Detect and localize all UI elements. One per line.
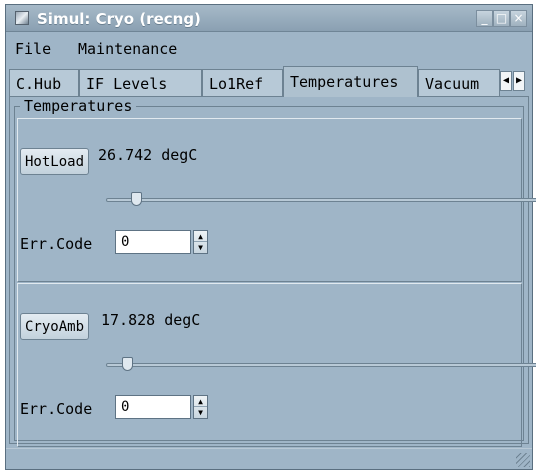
cryoamb-value: 17.828 degC [101, 311, 201, 329]
menu-bar: File Maintenance [6, 33, 532, 62]
hotload-button[interactable]: HotLoad [20, 148, 90, 175]
status-bar [6, 448, 532, 469]
title-bar[interactable]: Simul: Cryo (recng) _ □ × [6, 5, 532, 32]
hotload-err-spinner[interactable]: ▲ ▼ [193, 230, 208, 254]
tab-vacuum[interactable]: Vacuum [418, 69, 500, 96]
cryoamb-slider-handle[interactable] [122, 357, 134, 371]
group-title: Temperatures [20, 97, 137, 115]
window-title: Simul: Cryo (recng) [37, 10, 201, 28]
temperatures-panel: Temperatures HotLoad 26.742 degC Err.Cod… [9, 96, 536, 447]
cryoamb-err-code-value: 0 [121, 399, 130, 415]
cryoamb-err-label: Err.Code [20, 400, 93, 418]
hotload-err-code-value: 0 [121, 234, 130, 250]
tab-scroll-right-icon[interactable]: ▶ [513, 71, 525, 91]
maximize-button[interactable]: □ [493, 10, 510, 27]
spin-up-icon[interactable]: ▲ [194, 231, 207, 242]
menu-maintenance[interactable]: Maintenance [78, 40, 177, 58]
hotload-slider[interactable] [106, 198, 536, 202]
resize-grip-icon[interactable] [516, 453, 530, 467]
tab-chub[interactable]: C.Hub [9, 69, 79, 96]
cryoamb-slider[interactable] [106, 363, 536, 367]
close-button[interactable]: × [510, 10, 527, 27]
cryoamb-err-spinner[interactable]: ▲ ▼ [193, 395, 208, 419]
tab-if-levels[interactable]: IF Levels [79, 69, 202, 96]
app-window: Simul: Cryo (recng) _ □ × File Maintenan… [5, 4, 536, 470]
menu-file[interactable]: File [15, 40, 51, 58]
tab-bar: C.Hub IF Levels Lo1Ref Temperatures Vacu… [6, 66, 532, 97]
hotload-err-code-input[interactable]: 0 [115, 230, 191, 254]
spin-down-icon[interactable]: ▼ [194, 242, 207, 253]
tab-temperatures[interactable]: Temperatures [283, 66, 418, 97]
spin-down-icon[interactable]: ▼ [194, 407, 207, 418]
cryoamb-err-code-input[interactable]: 0 [115, 395, 191, 419]
cryoamb-section: CryoAmb 17.828 degC Err.Code 0 ▲ ▼ [17, 283, 536, 447]
spin-up-icon[interactable]: ▲ [194, 396, 207, 407]
hotload-slider-handle[interactable] [130, 192, 142, 206]
app-icon [15, 11, 29, 25]
minimize-button[interactable]: _ [476, 10, 493, 27]
cryoamb-button[interactable]: CryoAmb [20, 313, 90, 340]
tab-lo1ref[interactable]: Lo1Ref [202, 69, 283, 96]
hotload-err-label: Err.Code [20, 235, 93, 253]
tab-scroll-left-icon[interactable]: ◀ [500, 71, 512, 91]
hotload-value: 26.742 degC [98, 146, 198, 164]
hotload-section: HotLoad 26.742 degC Err.Code 0 ▲ ▼ [17, 118, 536, 282]
